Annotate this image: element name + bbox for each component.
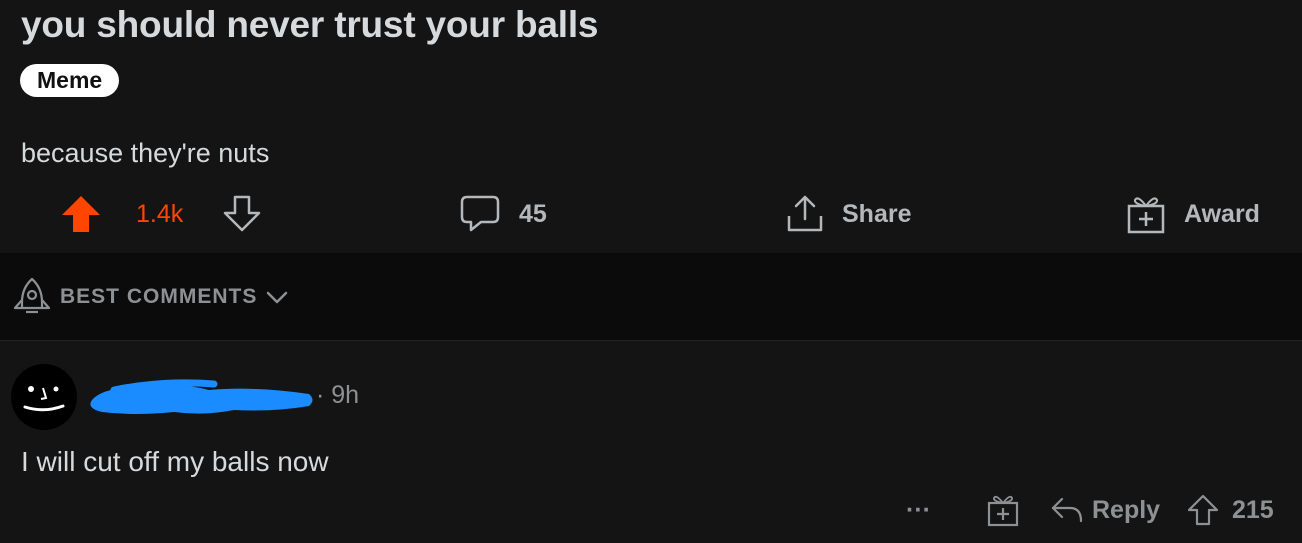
post-body: because they're nuts [21,138,270,168]
reply-arrow-icon [1051,497,1083,523]
avatar[interactable] [11,364,77,430]
comments-count: 45 [519,199,547,228]
sort-label: BEST COMMENTS [60,285,258,308]
comment-sort-dropdown[interactable]: BEST COMMENTS [12,276,289,318]
gift-icon [1127,197,1165,234]
comment-award-button[interactable] [986,488,1020,532]
award-button[interactable]: Award [1126,186,1260,242]
downvote-button[interactable] [222,186,262,242]
gift-icon [987,495,1019,527]
rocket-icon [13,277,51,314]
username-redaction [90,379,313,414]
post-flair[interactable]: Meme [20,64,120,97]
more-options-icon: ··· [906,495,931,524]
upvote-arrow-icon [62,196,100,232]
share-button[interactable]: Share [786,186,911,242]
comment-body: I will cut off my balls now [21,446,329,477]
upvote-arrow-icon [1187,494,1219,526]
comment-upvote-button[interactable]: 215 [1186,488,1274,532]
reply-button[interactable]: Reply [1050,488,1160,532]
comment-timestamp: · 9h [316,381,360,409]
share-label: Share [842,199,912,228]
award-label: Award [1184,199,1260,228]
comment-bubble-icon [460,195,500,232]
share-icon [787,195,823,232]
post-card: you should never trust your balls Meme b… [0,0,1302,253]
comment: · 9h I will cut off my balls now ··· Rep… [0,341,1302,543]
chevron-down-icon [267,291,288,304]
more-options-button[interactable]: ··· [906,488,931,532]
post-title[interactable]: you should never trust your balls [21,4,598,46]
comment-vote-count: 215 [1232,495,1274,524]
downvote-arrow-icon [223,195,261,232]
upvote-button[interactable] [60,186,102,242]
reply-label: Reply [1092,495,1161,524]
post-vote-count: 1.4k [136,199,184,228]
post-action-bar: 1.4k 45 Share Award [0,186,1302,242]
comment-time: 9h [331,381,360,409]
comments-button[interactable]: 45 [459,186,547,242]
avatar-face-icon [23,386,65,412]
